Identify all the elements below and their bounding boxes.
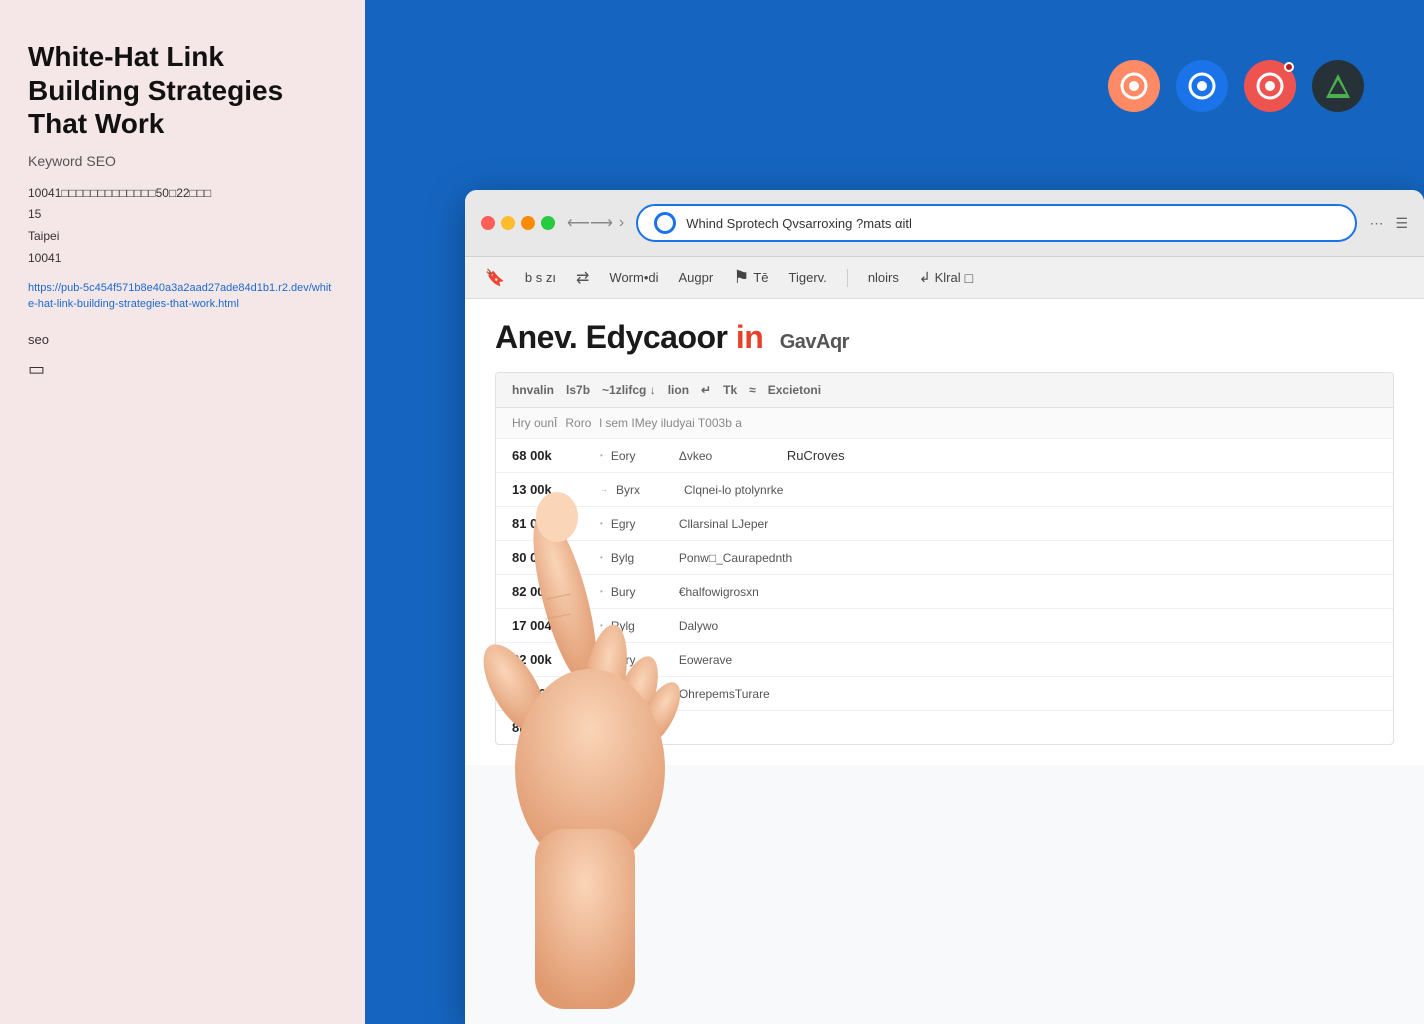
nav-forward[interactable]: ›: [619, 214, 624, 232]
nav-icon-1[interactable]: ⟵⟶: [567, 213, 613, 233]
row-keyword: RuCroves: [787, 448, 1377, 463]
meta-line4: 10041: [28, 251, 61, 265]
traffic-light-close[interactable]: [481, 216, 495, 230]
browser-actions: ⋯ ☰: [1369, 215, 1408, 232]
sidebar-tag: seo: [28, 332, 337, 347]
toolbar-item-worm[interactable]: Worm•di: [609, 270, 658, 285]
th-approx: ≈: [749, 383, 756, 397]
browser-toolbar: 🔖 b s zı ⇄ Worm•di Augpr ⚑ Tē Tigerv. nl…: [465, 257, 1424, 299]
top-icon-3: [1244, 60, 1296, 112]
th-hnvalin: hnvalin: [512, 383, 554, 397]
title-part2: in: [736, 319, 763, 355]
title-part1: Anev. Edycaoor: [495, 319, 727, 355]
top-icons-area: [1108, 60, 1364, 112]
meta-line3: Taipei: [28, 229, 59, 243]
th-lion: lion: [668, 383, 689, 397]
subheader-3: l sem IMey iludyai T003b a: [599, 416, 742, 430]
browser-nav: ⟵⟶ ›: [567, 213, 624, 233]
table-subheader: Hry ounĪ Roro l sem IMey iludyai T003b a: [496, 408, 1393, 439]
address-circle-icon: [654, 212, 676, 234]
main-content: ⟵⟶ › Whind Sprotech Qvsarroxing ?mats αi…: [365, 0, 1424, 1024]
sidebar-url[interactable]: https://pub-5c454f571b8e40a3a2aad27ade84…: [28, 281, 337, 312]
th-trend[interactable]: ~1zlifcg ↓: [602, 383, 656, 397]
toolbar-item-1[interactable]: b s zı: [525, 270, 556, 285]
sidebar-title: White-Hat Link Building Strategies That …: [28, 40, 337, 141]
top-icon-1: [1108, 60, 1160, 112]
traffic-light-minimize[interactable]: [501, 216, 515, 230]
th-excietoni: Excietoni: [768, 383, 821, 397]
meta-line1: 10041: [28, 186, 61, 200]
sidebar-small-icon: ▭: [28, 359, 337, 380]
traffic-light-maximize[interactable]: [541, 216, 555, 230]
toolbar-item-augpr[interactable]: Augpr: [679, 270, 714, 285]
meta-chars: □□□□□□□□□□□□□50□22□□□: [61, 186, 211, 200]
th-ls7b: ls7b: [566, 383, 590, 397]
address-text[interactable]: Whind Sprotech Qvsarroxing ?mats αitl: [686, 216, 1339, 231]
th-arrow: ↵: [701, 383, 711, 397]
toolbar-icon-bookmark[interactable]: 🔖: [485, 268, 505, 288]
top-icon-2: [1176, 60, 1228, 112]
sidebar-meta: 10041□□□□□□□□□□□□□50□22□□□ 15 Taipei 100…: [28, 183, 337, 269]
toolbar-item-te[interactable]: ⚑ Tē: [733, 267, 768, 288]
subheader-1: Hry ounĪ: [512, 416, 557, 430]
meta-line2: 15: [28, 207, 41, 221]
traffic-light-orange[interactable]: [521, 216, 535, 230]
top-icon-4: [1312, 60, 1364, 112]
sidebar-keyword: Keyword SEO: [28, 153, 337, 169]
browser-action-2[interactable]: ☰: [1395, 215, 1408, 232]
subheader-2: Roro: [565, 416, 591, 430]
sidebar: White-Hat Link Building Strategies That …: [0, 0, 365, 1024]
browser-chrome: ⟵⟶ › Whind Sprotech Qvsarroxing ?mats αi…: [465, 190, 1424, 257]
hand-pointer: [395, 459, 715, 1024]
toolbar-item-klral[interactable]: ↲ Klral □: [919, 269, 973, 286]
page-main-title: Anev. Edycaoor in GavAqr: [495, 319, 849, 355]
title-part3: GavAqr: [780, 331, 849, 353]
th-tk: Tk: [723, 383, 737, 397]
toolbar-icon-share[interactable]: ⇄: [576, 268, 589, 288]
browser-address-bar[interactable]: Whind Sprotech Qvsarroxing ?mats αitl: [636, 204, 1357, 242]
page-title-area: Anev. Edycaoor in GavAqr: [495, 319, 1394, 356]
traffic-lights: [481, 216, 555, 230]
browser-action-1[interactable]: ⋯: [1369, 215, 1383, 232]
table-header: hnvalin ls7b ~1zlifcg ↓ lion ↵ Tk ≈ Exci…: [496, 373, 1393, 408]
toolbar-separator: [847, 269, 848, 287]
toolbar-item-nloirs[interactable]: nloirs: [868, 270, 899, 285]
toolbar-item-tigerv[interactable]: Tigerv.: [789, 270, 827, 285]
